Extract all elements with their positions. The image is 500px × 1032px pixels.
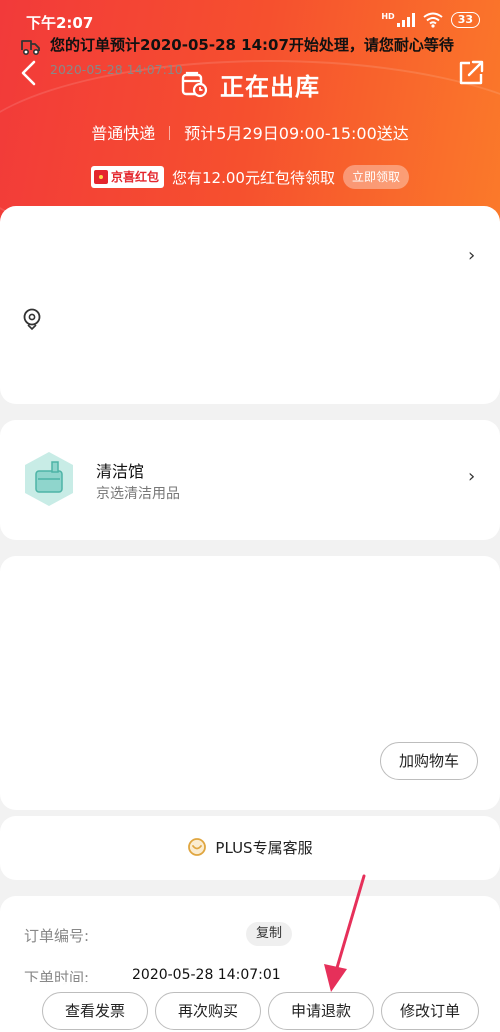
delivery-info: 普通快递 预计5月29日09:00-15:00送达	[0, 120, 500, 144]
delivery-type: 普通快递	[91, 124, 156, 143]
tracking-message: 您的订单预计2020-05-28 14:07开始处理，请您耐心等待	[50, 36, 454, 54]
wifi-icon	[423, 12, 443, 28]
promo-badge-label: 京喜红包	[111, 170, 160, 184]
plus-service-label: PLUS专属客服	[215, 838, 313, 857]
modify-order-button[interactable]: 修改订单	[381, 992, 479, 1030]
hd-label: HD	[381, 12, 395, 21]
shop-name[interactable]: 清洁馆	[96, 458, 144, 482]
red-envelope-icon	[94, 170, 108, 184]
copy-button[interactable]: 复制	[246, 922, 293, 946]
divider	[169, 126, 171, 140]
order-time-value: 2020-05-28 14:07:01	[132, 967, 281, 983]
tracking-card[interactable]	[0, 206, 500, 404]
shop-chevron-right-icon[interactable]: ›	[468, 466, 475, 487]
location-pin-icon	[23, 308, 41, 331]
red-packet-promo: 京喜红包 您有12.00元红包待领取 立即领取	[0, 164, 500, 190]
tracking-timestamp: 2020-05-28 14:07:10	[50, 62, 183, 77]
signal-icon	[396, 13, 415, 27]
tracking-chevron-right-icon: ›	[468, 245, 476, 266]
shop-subtitle: 京选清洁用品	[96, 486, 180, 502]
claim-now-button[interactable]: 立即领取	[342, 165, 409, 189]
order-number-label: 订单编号:	[24, 927, 90, 945]
buy-again-button[interactable]: 再次购买	[155, 992, 261, 1030]
cleaning-store-logo-icon	[25, 452, 73, 506]
delivery-eta: 预计5月29日09:00-15:00送达	[184, 124, 409, 143]
view-invoice-button[interactable]: 查看发票	[42, 992, 148, 1030]
battery-indicator: 33	[450, 12, 480, 28]
promo-badge: 京喜红包	[91, 166, 165, 188]
status-time: 下午2:07	[26, 14, 94, 32]
promo-text: 您有12.00元红包待领取	[172, 168, 335, 187]
package-status-icon	[181, 71, 208, 98]
delivery-truck-icon	[21, 40, 40, 56]
customer-service-icon	[188, 838, 207, 856]
page-title: 正在出库	[220, 72, 320, 101]
plus-service-row[interactable]: PLUS专属客服	[0, 836, 500, 858]
add-to-cart-button[interactable]: 加购物车	[380, 742, 478, 780]
request-refund-button[interactable]: 申请退款	[268, 992, 374, 1030]
status-icons: HD 33	[381, 12, 480, 28]
